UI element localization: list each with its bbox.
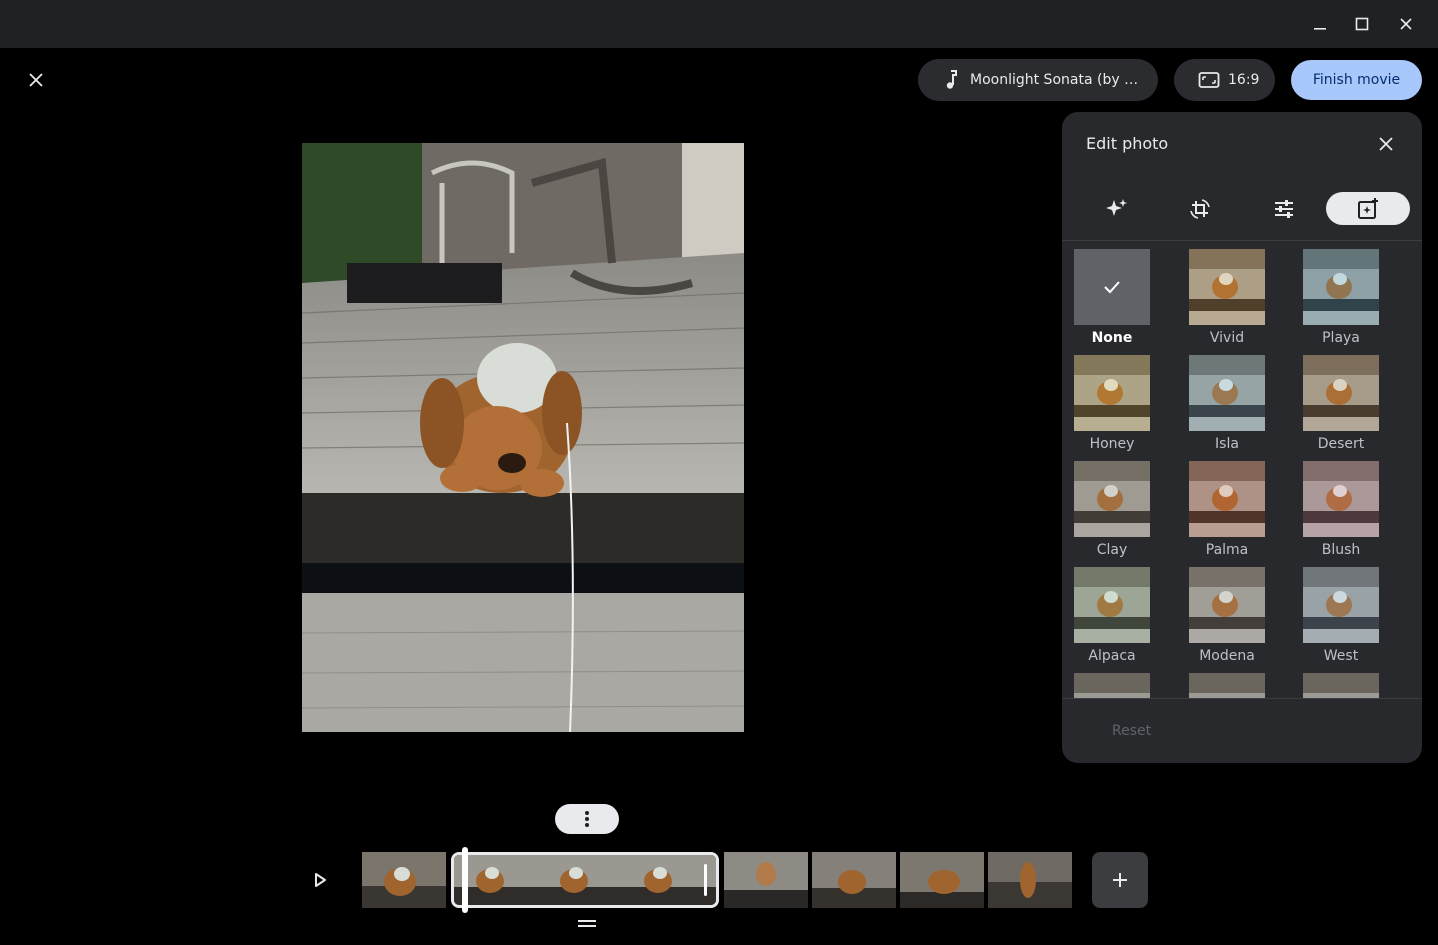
filter-vivid[interactable]: Vivid bbox=[1177, 249, 1277, 346]
finish-movie-button[interactable]: Finish movie bbox=[1291, 60, 1422, 100]
tab-crop-rotate[interactable] bbox=[1158, 192, 1242, 225]
filter-thumbnail bbox=[1303, 567, 1379, 643]
aspect-ratio-label: 16:9 bbox=[1228, 72, 1260, 88]
filter-label: Desert bbox=[1317, 436, 1365, 452]
aspect-ratio-button[interactable]: 16:9 bbox=[1174, 59, 1275, 101]
filter-playa[interactable]: Playa bbox=[1291, 249, 1391, 346]
filter-label: Palma bbox=[1205, 542, 1249, 558]
filter-thumbnail bbox=[1074, 673, 1150, 698]
more-vertical-icon bbox=[585, 811, 589, 827]
main-photo bbox=[302, 143, 744, 732]
filter-grid: None Vivid Playa Honey Isla Desert Clay Palma Bl… bbox=[1062, 241, 1422, 698]
filter-none[interactable]: None bbox=[1062, 249, 1162, 346]
crop-rotate-icon bbox=[1190, 198, 1210, 219]
filter-icon bbox=[1358, 197, 1378, 219]
filter-thumbnail bbox=[1303, 461, 1379, 537]
filter-thumbnail bbox=[1189, 355, 1265, 431]
filter-thumbnail-partial[interactable] bbox=[1177, 673, 1277, 698]
timeline-clip[interactable] bbox=[362, 852, 446, 908]
close-icon[interactable] bbox=[1390, 8, 1422, 40]
filter-thumbnail bbox=[1189, 249, 1265, 325]
filter-thumbnail bbox=[1303, 673, 1379, 698]
filter-thumbnail bbox=[1189, 673, 1265, 698]
check-icon bbox=[1074, 249, 1150, 325]
divider bbox=[1062, 698, 1422, 699]
play-icon bbox=[315, 873, 326, 887]
filter-west[interactable]: West bbox=[1291, 567, 1391, 664]
plus-icon bbox=[1113, 873, 1127, 887]
filter-thumbnail bbox=[1189, 461, 1265, 537]
title-bar bbox=[0, 0, 1438, 48]
timeline-clip-selected[interactable] bbox=[451, 852, 719, 908]
reset-button[interactable]: Reset bbox=[1112, 723, 1151, 739]
tab-filters[interactable] bbox=[1326, 192, 1410, 225]
filter-modena[interactable]: Modena bbox=[1177, 567, 1277, 664]
filter-label: Honey bbox=[1089, 436, 1135, 452]
filter-thumbnail bbox=[1303, 249, 1379, 325]
play-button[interactable] bbox=[306, 866, 334, 894]
filter-blush[interactable]: Blush bbox=[1291, 461, 1391, 558]
filter-thumbnail bbox=[1074, 355, 1150, 431]
close-icon bbox=[1379, 137, 1393, 151]
aspect-ratio-icon bbox=[1198, 72, 1220, 88]
close-icon bbox=[29, 73, 43, 87]
filter-label: West bbox=[1323, 648, 1359, 664]
filter-label: Blush bbox=[1321, 542, 1361, 558]
tab-adjust[interactable] bbox=[1242, 192, 1326, 225]
playhead[interactable] bbox=[462, 847, 468, 913]
filter-thumbnail bbox=[1189, 567, 1265, 643]
filter-thumbnail-partial[interactable] bbox=[1062, 673, 1162, 698]
filter-label: Vivid bbox=[1209, 330, 1245, 346]
sparkle-icon bbox=[1106, 198, 1127, 216]
timeline-clip[interactable] bbox=[812, 852, 896, 908]
panel-title: Edit photo bbox=[1086, 134, 1169, 153]
filter-thumbnail-partial[interactable] bbox=[1291, 673, 1391, 698]
maximize-icon[interactable] bbox=[1346, 8, 1378, 40]
tab-auto-enhance[interactable] bbox=[1074, 192, 1158, 225]
drag-handle[interactable] bbox=[578, 920, 596, 930]
filter-label: Modena bbox=[1199, 648, 1255, 664]
filter-desert[interactable]: Desert bbox=[1291, 355, 1391, 452]
add-media-button[interactable] bbox=[1092, 852, 1148, 908]
filter-isla[interactable]: Isla bbox=[1177, 355, 1277, 452]
timeline-clip[interactable] bbox=[900, 852, 984, 908]
filter-alpaca[interactable]: Alpaca bbox=[1062, 567, 1162, 664]
filter-label: Alpaca bbox=[1088, 648, 1136, 664]
filter-clay[interactable]: Clay bbox=[1062, 461, 1162, 558]
filter-label: Isla bbox=[1215, 436, 1239, 452]
close-editor-button[interactable] bbox=[20, 64, 52, 96]
panel-close-button[interactable] bbox=[1372, 130, 1400, 158]
music-note-icon bbox=[946, 70, 957, 89]
music-label: Moonlight Sonata (by Be… bbox=[970, 72, 1140, 88]
timeline-clip[interactable] bbox=[724, 852, 808, 908]
filter-palma[interactable]: Palma bbox=[1177, 461, 1277, 558]
music-button[interactable]: Moonlight Sonata (by Be… bbox=[918, 59, 1158, 101]
filter-label: Playa bbox=[1322, 330, 1360, 346]
timeline-clip[interactable] bbox=[988, 852, 1072, 908]
filter-thumbnail bbox=[1074, 461, 1150, 537]
filter-thumbnail bbox=[1074, 567, 1150, 643]
filter-honey[interactable]: Honey bbox=[1062, 355, 1162, 452]
minimize-icon[interactable] bbox=[1304, 8, 1336, 40]
more-options-button[interactable] bbox=[555, 804, 619, 834]
trim-handle[interactable] bbox=[704, 864, 707, 896]
filter-label: Clay bbox=[1096, 542, 1128, 558]
edit-photo-panel: Edit photo None Vivid Playa Honey Isla Desert bbox=[1062, 112, 1422, 763]
filter-thumbnail bbox=[1303, 355, 1379, 431]
filter-label: None bbox=[1091, 330, 1133, 346]
sliders-icon bbox=[1275, 199, 1293, 218]
